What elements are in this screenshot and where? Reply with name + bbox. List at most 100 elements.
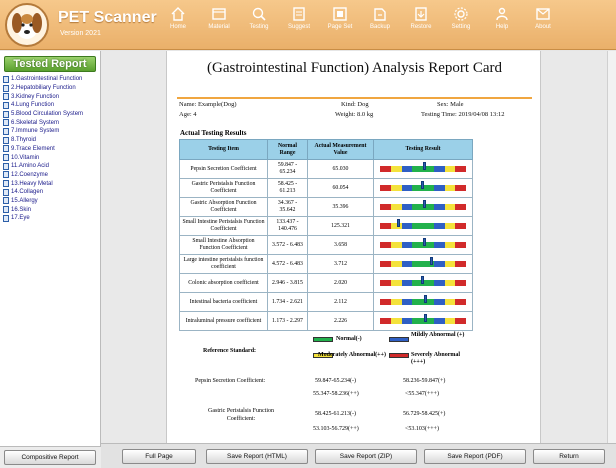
nav-help[interactable]: Help	[482, 4, 522, 46]
gauge-segment	[444, 166, 456, 172]
report-item[interactable]: 17.Eye	[3, 214, 99, 223]
app-window: PET Scanner Version 2021 Home Material T…	[0, 0, 616, 468]
legend-severe: Severely Abnormal (+++)	[411, 352, 461, 365]
cell-item: Gastric Peristalsis Function Coefficient	[179, 178, 268, 198]
nav-about[interactable]: About	[523, 4, 563, 46]
nav-backup[interactable]: Backup	[360, 4, 400, 46]
gauge-segment	[455, 261, 466, 267]
section-title: Actual Testing Results	[180, 129, 247, 137]
gauge-segment	[444, 280, 456, 286]
gauge-segment	[380, 299, 391, 305]
report-item[interactable]: 13.Heavy Metal	[3, 179, 99, 188]
nav-material[interactable]: Material	[199, 4, 239, 46]
report-item-label: 3.Kidney Function	[11, 93, 60, 100]
gauge-segment	[455, 166, 466, 172]
gauge-segment	[401, 280, 413, 286]
report-item[interactable]: 16.Skin	[3, 205, 99, 214]
results-body: Pepsin Secretion Coefficient 59.847 - 65.…	[179, 159, 473, 331]
cell-result	[373, 159, 473, 179]
gauge-marker	[422, 162, 426, 170]
cell-range: 4.572 - 6.483	[267, 254, 308, 274]
report-viewer[interactable]: (Gastrointestinal Function) Analysis Rep…	[101, 51, 616, 443]
nav-label: Testing	[249, 24, 269, 30]
vertical-scrollbar[interactable]	[607, 51, 616, 443]
ref-name: Pepsin Secretion Coefficient:	[195, 378, 266, 384]
reference-label: Reference Standard:	[203, 348, 257, 354]
table-header-row: Testing Item Normal Range Actual Measure…	[179, 139, 473, 160]
gauge-segment	[401, 318, 413, 324]
report-item[interactable]: 12.Coenzyme	[3, 171, 99, 180]
document-icon	[3, 214, 9, 222]
report-page: (Gastrointestinal Function) Analysis Rep…	[166, 51, 541, 443]
ref-mild: 56.729-58.425(+)	[403, 411, 446, 417]
gear-icon	[454, 7, 468, 21]
gauge-segment	[433, 299, 445, 305]
document-icon	[3, 154, 9, 162]
gauge-segment	[380, 223, 391, 229]
gauge-segment	[390, 318, 402, 324]
full-page-button[interactable]: Full Page	[122, 449, 196, 464]
result-gauge	[380, 257, 466, 267]
gauge-segment	[380, 185, 391, 191]
about-icon	[536, 8, 550, 20]
report-item[interactable]: 3.Kidney Function	[3, 92, 99, 101]
header-bar: PET Scanner Version 2021 Home Material T…	[0, 0, 616, 50]
cell-value: 35.396	[307, 197, 374, 217]
gauge-segment	[433, 280, 445, 286]
cell-value: 3.712	[307, 254, 374, 274]
gauge-marker	[422, 200, 426, 208]
nav-page-set[interactable]: Page Set	[320, 4, 360, 46]
document-icon	[3, 145, 9, 153]
report-item[interactable]: 11.Amino Acid	[3, 162, 99, 171]
report-title: (Gastrointestinal Function) Analysis Rep…	[207, 60, 502, 76]
gauge-segment	[380, 318, 391, 324]
report-item[interactable]: 5.Blood Circulation System	[3, 110, 99, 119]
app-title: PET Scanner	[58, 9, 157, 26]
report-item[interactable]: 10.Vitamin	[3, 153, 99, 162]
report-item[interactable]: 6.Skeletal System	[3, 118, 99, 127]
material-icon	[212, 8, 226, 20]
cell-result	[373, 254, 473, 274]
report-item[interactable]: 7.Immune System	[3, 127, 99, 136]
report-item[interactable]: 1.Gastrointestinal Function	[3, 75, 99, 84]
cell-item: Large intestine peristalsis function coe…	[179, 254, 268, 274]
report-item-label: 2.Hepatobiliary Function	[11, 85, 76, 92]
save-pdf-button[interactable]: Save Report (PDF)	[424, 449, 526, 464]
document-icon	[3, 197, 9, 205]
nav-restore[interactable]: Restore	[401, 4, 441, 46]
compositive-report-button[interactable]: Compositive Report	[4, 450, 96, 465]
report-item[interactable]: 4.Lung Function	[3, 101, 99, 110]
info-testing-time: Testing Time: 2019/04/08 13:12	[421, 111, 505, 118]
gauge-segment	[412, 242, 423, 248]
cell-item: Colonic absorption coefficient	[179, 273, 268, 293]
suggest-icon	[293, 7, 305, 21]
gauge-marker	[424, 314, 428, 322]
ref-severe: <55.347(+++)	[405, 391, 440, 397]
nav-testing[interactable]: Testing	[239, 4, 279, 46]
document-icon	[3, 136, 9, 144]
gauge-segment	[444, 318, 456, 324]
nav-home[interactable]: Home	[158, 4, 198, 46]
gauge-segment	[412, 261, 423, 267]
gauge-segment	[390, 242, 402, 248]
report-item[interactable]: 14.Collagen	[3, 188, 99, 197]
cell-result	[373, 292, 473, 312]
severe-swatch	[389, 353, 409, 358]
table-row: Pepsin Secretion Coefficient 59.847 - 65.…	[179, 159, 473, 179]
cell-range: 34.367 - 35.642	[267, 197, 308, 217]
save-html-button[interactable]: Save Report (HTML)	[206, 449, 308, 464]
nav-label: Home	[169, 24, 186, 30]
report-item[interactable]: 9.Trace Element	[3, 145, 99, 154]
report-item[interactable]: 8.Thyroid	[3, 136, 99, 145]
cell-value: 65.030	[307, 159, 374, 179]
nav-setting[interactable]: Setting	[441, 4, 481, 46]
gauge-segment	[433, 223, 445, 229]
cell-item: Small Intestine Peristalsis Function Coe…	[179, 216, 268, 236]
gauge-marker	[429, 257, 433, 265]
report-item[interactable]: 15.Allergy	[3, 197, 99, 206]
return-button[interactable]: Return	[533, 449, 605, 464]
save-zip-button[interactable]: Save Report (ZIP)	[315, 449, 417, 464]
nav-suggest[interactable]: Suggest	[279, 4, 319, 46]
report-item[interactable]: 2.Hepatobiliary Function	[3, 84, 99, 93]
report-item-label: 17.Eye	[11, 215, 30, 222]
